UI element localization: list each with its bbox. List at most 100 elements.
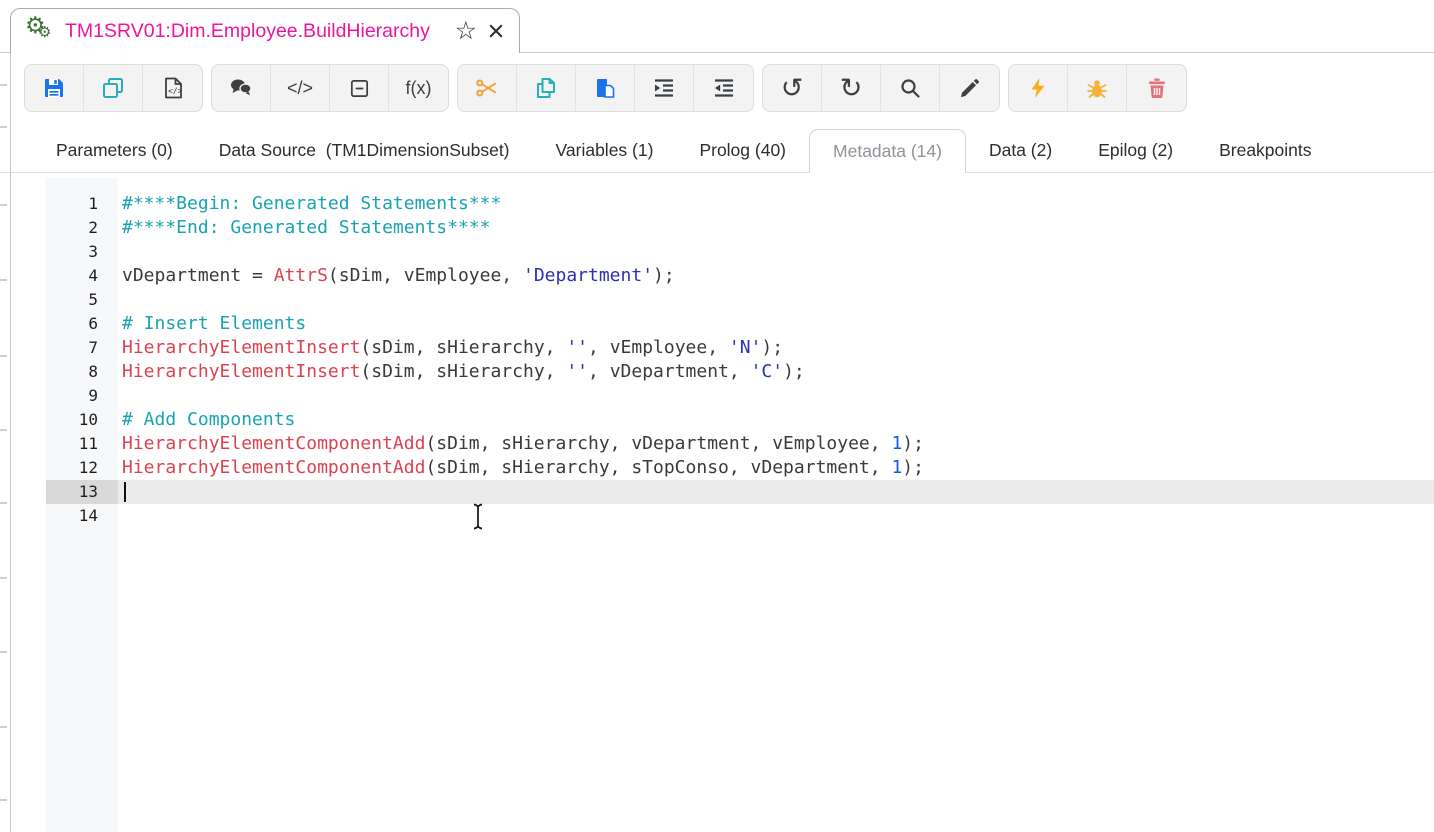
gutter-margin (11, 408, 46, 432)
code-segment-number: 1 (891, 457, 902, 478)
gutter-margin (11, 336, 46, 360)
gutter-margin (11, 360, 46, 384)
code-segment-string: 'N' (729, 337, 762, 358)
edit-button[interactable] (940, 65, 999, 111)
tab-data-2[interactable]: Data (2) (966, 129, 1075, 173)
code-line[interactable]: 5 (11, 288, 1434, 312)
code-segment-plain: (sDim, sHierarchy, (360, 361, 566, 382)
code-line[interactable]: 14 (11, 504, 1434, 528)
outdent-icon (712, 76, 736, 100)
tab-variables-1[interactable]: Variables (1) (533, 129, 677, 173)
search-button[interactable] (881, 65, 940, 111)
save-button[interactable] (25, 65, 84, 111)
run-button[interactable] (1009, 65, 1068, 111)
gutter-margin (11, 504, 46, 528)
code-line[interactable]: 9 (11, 384, 1434, 408)
pencil-icon (958, 77, 981, 100)
text-caret (124, 482, 126, 502)
code-line[interactable]: 7HierarchyElementInsert(sDim, sHierarchy… (11, 336, 1434, 360)
lightning-icon (1026, 76, 1050, 100)
code-line[interactable]: 6# Insert Elements (11, 312, 1434, 336)
code-segment-plain: (sDim, sHierarchy, (360, 337, 566, 358)
favorite-star-icon[interactable]: ☆ (455, 19, 477, 44)
line-number: 6 (46, 312, 118, 336)
code-segment-comment: #****Begin: Generated Statements*** (122, 193, 501, 214)
code-brackets-icon: </> (287, 78, 313, 99)
code-line[interactable]: 10# Add Components (11, 408, 1434, 432)
code-line[interactable]: 8HierarchyElementInsert(sDim, sHierarchy… (11, 360, 1434, 384)
code-line[interactable]: 4vDepartment = AttrS(sDim, vEmployee, 'D… (11, 264, 1434, 288)
trash-icon (1145, 76, 1169, 100)
code-line[interactable]: 11HierarchyElementComponentAdd(sDim, sHi… (11, 432, 1434, 456)
code-text (118, 384, 1434, 408)
code-text (118, 240, 1434, 264)
redo-button[interactable]: ↻ (822, 65, 881, 111)
process-gears-icon: ⚙⚙ (25, 16, 57, 46)
cut-button[interactable] (458, 65, 517, 111)
code-line[interactable]: 3 (11, 240, 1434, 264)
code-text: #****End: Generated Statements**** (118, 216, 1434, 240)
collapse-button[interactable] (330, 65, 389, 111)
code-line[interactable]: 2#****End: Generated Statements**** (11, 216, 1434, 240)
tab-metadata-14[interactable]: Metadata (14) (809, 129, 966, 173)
search-icon (898, 76, 922, 100)
line-number: 14 (46, 504, 118, 528)
gutter-margin (11, 480, 46, 504)
gutter-margin (11, 384, 46, 408)
code-text: # Add Components (118, 408, 1434, 432)
line-number: 13 (46, 480, 118, 504)
paste-button[interactable] (576, 65, 635, 111)
code-segment-plain: ); (902, 457, 924, 478)
debug-button[interactable] (1068, 65, 1127, 111)
delete-button[interactable] (1127, 65, 1186, 111)
copy-object-button[interactable] (84, 65, 143, 111)
edge-tick (0, 577, 7, 579)
tab-data-source-tm1dimensionsubset[interactable]: Data Source (TM1DimensionSubset) (196, 129, 533, 173)
tab-epilog-2[interactable]: Epilog (2) (1075, 129, 1196, 173)
code-editor[interactable]: 1#****Begin: Generated Statements***2#**… (11, 192, 1434, 528)
line-number: 3 (46, 240, 118, 264)
gutter-margin (11, 192, 46, 216)
svg-text:</>: </> (168, 87, 183, 96)
code-line[interactable]: 13 (11, 480, 1434, 504)
tab-parameters-0[interactable]: Parameters (0) (33, 129, 196, 173)
indent-button[interactable] (635, 65, 694, 111)
code-segment-function: HierarchyElementInsert (122, 361, 360, 382)
comments-icon (229, 76, 253, 100)
code-text: #****Begin: Generated Statements*** (118, 192, 1434, 216)
line-number: 7 (46, 336, 118, 360)
comment-button[interactable] (212, 65, 271, 111)
close-tab-icon[interactable] (487, 22, 505, 40)
tab-breakpoints[interactable]: Breakpoints (1196, 129, 1334, 173)
copy-pages-icon (534, 76, 558, 100)
gutter-margin (11, 456, 46, 480)
code-segment-plain: , vDepartment, (588, 361, 751, 382)
function-button[interactable]: f(x) (389, 65, 448, 111)
file-code-icon: </> (161, 76, 185, 100)
file-tab[interactable]: ⚙⚙ TM1SRV01:Dim.Employee.BuildHierarchy … (10, 8, 520, 53)
line-number: 5 (46, 288, 118, 312)
export-source-button[interactable]: </> (143, 65, 202, 111)
copy-icon (101, 76, 125, 100)
code-line[interactable]: 1#****Begin: Generated Statements*** (11, 192, 1434, 216)
fx-icon: f(x) (406, 78, 432, 99)
floppy-icon (42, 76, 66, 100)
minus-square-icon (348, 77, 371, 100)
tab-prolog-40[interactable]: Prolog (40) (676, 129, 809, 173)
toolbar: </> </> f(x) (24, 64, 1187, 112)
outdent-button[interactable] (694, 65, 753, 111)
code-segment-comment: #****End: Generated Statements**** (122, 217, 490, 238)
copy-button[interactable] (517, 65, 576, 111)
code-line[interactable]: 12HierarchyElementComponentAdd(sDim, sHi… (11, 456, 1434, 480)
code-segment-plain: (sDim, sHierarchy, vDepartment, vEmploye… (425, 433, 891, 454)
code-segment-plain: ); (902, 433, 924, 454)
undo-button[interactable]: ↺ (763, 65, 822, 111)
gutter-margin (11, 312, 46, 336)
code-segment-function: AttrS (274, 265, 328, 286)
code-segment-plain: ); (653, 265, 675, 286)
code-snippet-button[interactable]: </> (271, 65, 330, 111)
edge-tick (0, 279, 7, 281)
edge-tick (0, 651, 7, 653)
gutter-margin (11, 216, 46, 240)
line-number: 2 (46, 216, 118, 240)
